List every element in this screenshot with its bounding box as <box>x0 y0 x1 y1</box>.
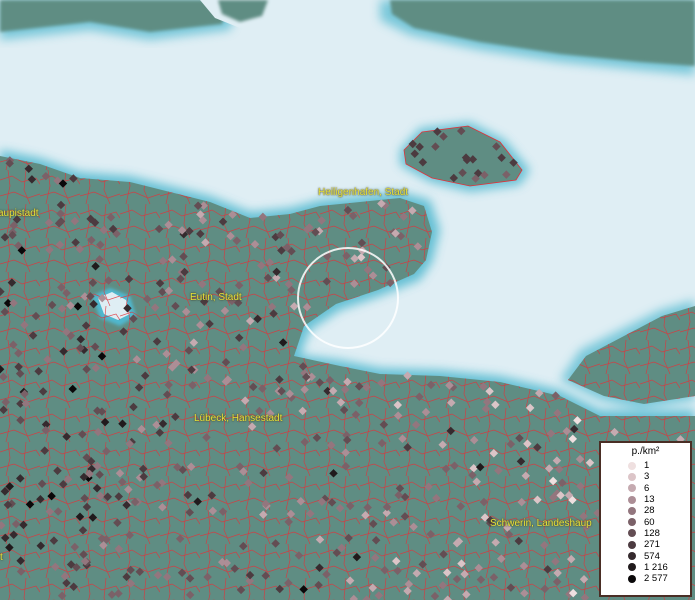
legend-swatch <box>628 495 636 504</box>
place-label: t <box>0 552 3 563</box>
legend-swatch <box>628 529 636 538</box>
legend-label: 1 216 <box>644 561 668 573</box>
legend-swatch <box>628 552 636 561</box>
legend-label: 128 <box>644 527 660 539</box>
legend-swatch <box>628 518 636 527</box>
place-label: aupistadt <box>0 208 39 219</box>
legend-item: 60 <box>601 516 690 528</box>
legend-label: 28 <box>644 505 655 517</box>
place-label: Schwerin, Landeshaup <box>490 518 592 529</box>
legend-label: 271 <box>644 539 660 551</box>
legend-swatch <box>628 506 636 515</box>
legend-label: 2 577 <box>644 573 668 585</box>
legend-label: 13 <box>644 494 655 506</box>
legend-label: 1 <box>644 460 650 472</box>
legend-item: 2 577 <box>601 573 690 584</box>
legend-item: 1 216 <box>601 562 690 573</box>
legend-swatch <box>628 484 636 493</box>
legend-item: 574 <box>601 550 690 562</box>
legend-label: 574 <box>644 550 660 562</box>
density-legend: p./km² 1 3 6 13 28 60 128 271 574 1 216 2 577 <box>599 441 692 597</box>
place-label: Heiligenhafen, Stadt <box>318 187 409 198</box>
legend-item: 271 <box>601 539 690 550</box>
legend-title: p./km² <box>631 446 660 457</box>
legend-label: 60 <box>644 516 655 528</box>
map-canvas[interactable] <box>0 0 695 600</box>
legend-label: 6 <box>644 482 650 494</box>
legend-item: 28 <box>601 505 690 516</box>
place-label: Lübeck, Hansestadt <box>194 413 283 424</box>
legend-swatch <box>628 563 636 572</box>
place-label: Eutin, Stadt <box>190 292 242 303</box>
legend-item: 3 <box>601 471 690 482</box>
legend-swatch <box>628 472 636 481</box>
legend-item: 128 <box>601 528 690 539</box>
legend-swatch <box>628 540 636 549</box>
legend-item: 13 <box>601 494 690 505</box>
legend-label: 3 <box>644 471 650 483</box>
legend-item: 1 <box>601 460 690 471</box>
legend-swatch <box>628 574 636 583</box>
legend-swatch <box>628 461 636 470</box>
legend-item: 6 <box>601 483 690 494</box>
